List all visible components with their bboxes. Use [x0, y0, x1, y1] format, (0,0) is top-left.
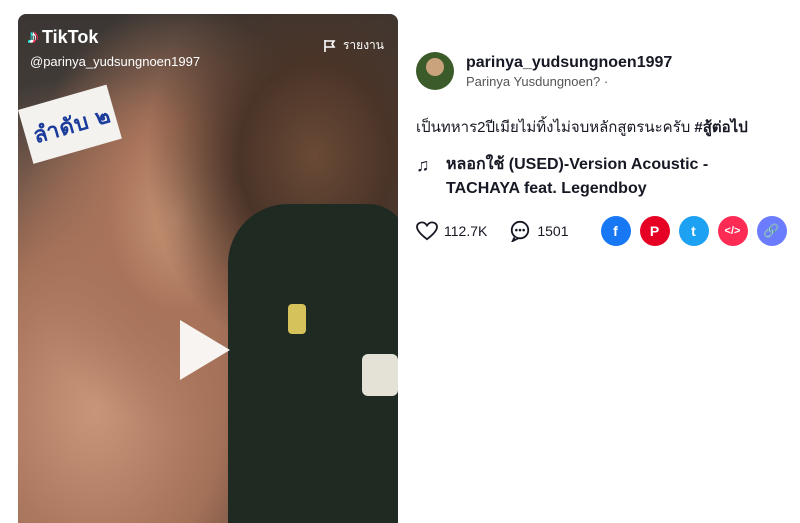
hashtag-link[interactable]: #สู้ต่อไป: [694, 119, 747, 136]
twitter-share-icon[interactable]: t: [678, 216, 709, 246]
report-button[interactable]: รายงาน: [323, 36, 384, 55]
like-count: 112.7K: [444, 223, 488, 239]
video-info-panel: parinya_yudsungnoen1997 Parinya Yusdungn…: [416, 52, 796, 246]
tiktok-logo: ♪ TikTok: [28, 26, 98, 49]
music-title-line1: หลอกใช้ (USED)-Version Acoustic -: [446, 156, 709, 173]
tiktok-note-icon: ♪: [28, 26, 38, 48]
report-label: รายงาน: [342, 38, 384, 52]
action-bar: 112.7K 1501 f P t </> 🔗: [416, 216, 796, 246]
comment-icon: [511, 220, 530, 242]
author-username[interactable]: parinya_yudsungnoen1997: [466, 54, 672, 72]
pinterest-glyph: P: [649, 223, 660, 239]
music-info[interactable]: ♫ หลอกใช้ (USED)-Version Acoustic - TACH…: [416, 153, 796, 201]
background-sign: ลำดับ ๒: [18, 84, 122, 164]
flag-icon: [324, 39, 336, 52]
shirt-patch: [362, 354, 398, 396]
description-text: เป็นทหาร2ปีเมียไม่ทิ้งไม่จบหลักสูตรนะครั…: [416, 119, 695, 136]
comment-count: 1501: [537, 223, 569, 239]
music-note-icon: ♫: [416, 155, 430, 175]
tiktok-logo-text: TikTok: [42, 27, 99, 47]
video-handle: @parinya_yudsungnoen1997: [30, 54, 201, 69]
copy-link-icon[interactable]: 🔗: [756, 216, 787, 246]
like-button[interactable]: 112.7K: [416, 221, 487, 241]
music-title-line2: TACHAYA feat. Legendboy: [446, 180, 647, 197]
embed-code-icon[interactable]: </>: [717, 216, 748, 246]
sign-text: ลำดับ ๒: [30, 102, 114, 149]
heart-icon: [416, 221, 438, 241]
link-glyph: 🔗: [763, 223, 780, 238]
author-nickname: Parinya Yusdungnoen? ·: [466, 73, 609, 89]
avatar[interactable]: [416, 52, 454, 90]
pinterest-share-icon[interactable]: P: [639, 216, 670, 246]
author-row: parinya_yudsungnoen1997 Parinya Yusdungn…: [416, 52, 796, 90]
facebook-share-icon[interactable]: f: [600, 216, 631, 246]
video-description: เป็นทหาร2ปีเมียไม่ทิ้งไม่จบหลักสูตรนะครั…: [416, 115, 796, 139]
embed-glyph: </>: [724, 225, 741, 237]
play-icon[interactable]: [180, 320, 230, 380]
facebook-glyph: f: [613, 223, 618, 239]
video-player[interactable]: ลำดับ ๒ ♪ TikTok @parinya_yudsungnoen199…: [18, 14, 398, 523]
shirt-pin: [288, 304, 306, 334]
comment-button[interactable]: 1501: [509, 220, 569, 242]
share-buttons: f P t </> 🔗: [600, 216, 787, 246]
twitter-glyph: t: [691, 223, 696, 239]
